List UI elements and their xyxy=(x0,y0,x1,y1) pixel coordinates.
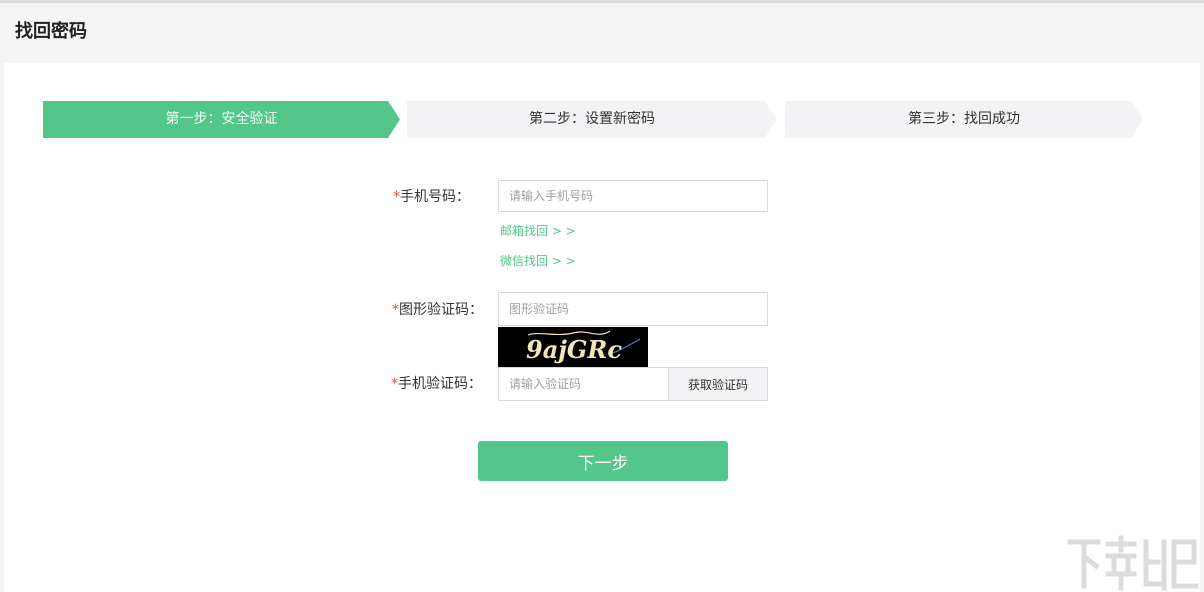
captcha-drawing: 9ajGRc xyxy=(526,330,641,364)
next-step-button[interactable]: 下一步 xyxy=(478,441,728,481)
content-panel: 第一步：安全验证 第二步：设置新密码 第三步：找回成功 *手机号码： 邮箱找回 … xyxy=(4,63,1200,592)
page-header: 找回密码 xyxy=(0,3,1204,63)
phone-input[interactable] xyxy=(498,180,768,212)
sms-code-label: *手机验证码： xyxy=(312,374,482,394)
watermark-logo xyxy=(1067,535,1199,591)
required-mark: * xyxy=(393,189,400,205)
captcha-input[interactable] xyxy=(498,292,768,326)
step-3-recovery-success: 第三步：找回成功 xyxy=(785,101,1143,138)
captcha-label-text: 图形验证码： xyxy=(399,302,483,318)
captcha-text: 9ajGRc xyxy=(526,335,622,364)
sms-code-input[interactable] xyxy=(498,367,669,401)
wechat-recovery-link[interactable]: 微信找回 > > xyxy=(500,253,576,269)
sms-code-label-text: 手机验证码： xyxy=(398,376,482,392)
required-mark: * xyxy=(392,302,399,318)
phone-label: *手机号码： xyxy=(300,187,470,207)
step-1-security-verification: 第一步：安全验证 xyxy=(43,101,400,138)
phone-label-text: 手机号码： xyxy=(400,189,470,205)
page: 找回密码 第一步：安全验证 第二步：设置新密码 第三步：找回成功 *手机号码： … xyxy=(0,0,1204,592)
captcha-image[interactable]: 9ajGRc xyxy=(498,327,648,367)
captcha-label: *图形验证码： xyxy=(313,300,483,320)
step-progress: 第一步：安全验证 第二步：设置新密码 第三步：找回成功 xyxy=(43,101,1143,138)
page-title: 找回密码 xyxy=(15,21,87,42)
get-code-button[interactable]: 获取验证码 xyxy=(668,367,768,401)
step-2-set-new-password: 第二步：设置新密码 xyxy=(407,101,777,138)
required-mark: * xyxy=(391,376,398,392)
email-recovery-link[interactable]: 邮箱找回 > > xyxy=(500,223,576,239)
